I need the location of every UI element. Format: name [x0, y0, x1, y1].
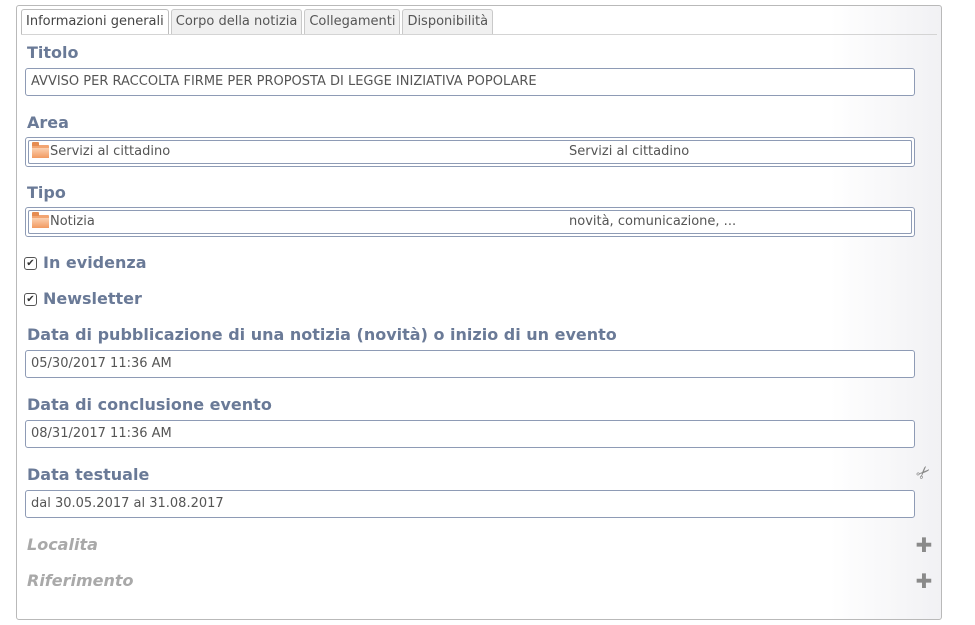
area-value: Servizi al cittadino — [50, 144, 171, 159]
area-select-inner: Servizi al cittadino Servizi al cittadin… — [28, 140, 912, 164]
tab-divider — [21, 34, 937, 35]
area-label: Area — [27, 113, 69, 132]
tab-corpo-della-notizia[interactable]: Corpo della notizia — [170, 9, 303, 34]
data-pubblicazione-input[interactable]: 05/30/2017 11:36 AM — [25, 350, 915, 378]
news-editor-panel: Informazioni generali Corpo della notizi… — [16, 5, 942, 620]
add-localita-plus-icon[interactable]: ✚ — [915, 535, 933, 555]
folder-icon — [32, 212, 49, 228]
tipo-value: Notizia — [50, 214, 95, 229]
tab-disponibilita[interactable]: Disponibilità — [402, 9, 494, 34]
data-conclusione-input[interactable]: 08/31/2017 11:36 AM — [25, 420, 915, 448]
folder-icon — [32, 142, 49, 158]
tab-collegamenti[interactable]: Collegamenti — [304, 9, 401, 34]
in-evidenza-checkbox[interactable]: ✔ — [24, 257, 37, 270]
area-select[interactable]: Servizi al cittadino Servizi al cittadin… — [25, 137, 915, 167]
tipo-label: Tipo — [27, 183, 66, 202]
tipo-select[interactable]: Notizia novità, comunicazione, ... — [25, 207, 915, 237]
in-evidenza-label: In evidenza — [43, 253, 147, 272]
riferimento-label: Riferimento — [27, 571, 134, 590]
scissors-icon[interactable]: ✂ — [911, 460, 936, 485]
data-testuale-input[interactable]: dal 30.05.2017 al 31.08.2017 — [25, 490, 915, 518]
titolo-input[interactable]: AVVISO PER RACCOLTA FIRME PER PROPOSTA D… — [25, 68, 915, 96]
data-testuale-label: Data testuale — [27, 465, 150, 484]
data-conclusione-label: Data di conclusione evento — [27, 395, 272, 414]
newsletter-checkbox[interactable]: ✔ — [24, 293, 37, 306]
localita-label: Localita — [27, 535, 98, 554]
titolo-label: Titolo — [27, 43, 79, 62]
add-riferimento-plus-icon[interactable]: ✚ — [915, 571, 933, 591]
tipo-description: novità, comunicazione, ... — [569, 214, 737, 229]
tab-bar: Informazioni generali Corpo della notizi… — [21, 9, 495, 35]
data-pubblicazione-label: Data di pubblicazione di una notizia (no… — [27, 325, 617, 344]
newsletter-label: Newsletter — [43, 289, 142, 308]
tab-informazioni-generali[interactable]: Informazioni generali — [21, 9, 169, 34]
area-description: Servizi al cittadino — [569, 144, 690, 159]
tipo-select-inner: Notizia novità, comunicazione, ... — [28, 210, 912, 234]
